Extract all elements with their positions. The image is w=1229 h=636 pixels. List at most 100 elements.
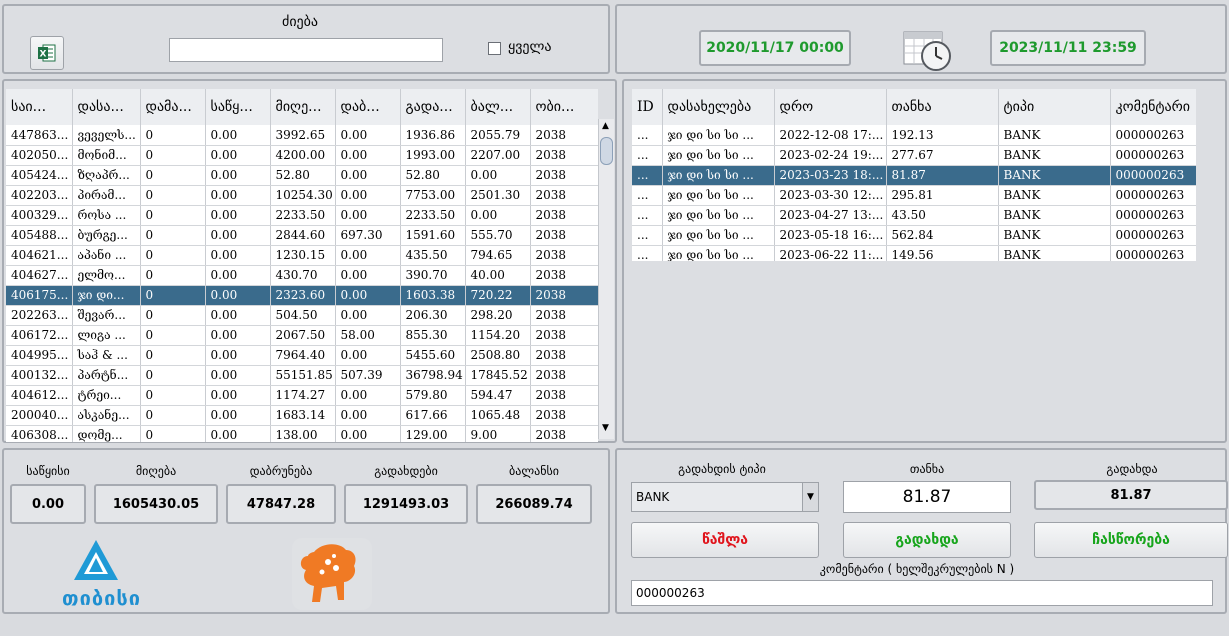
payment-type-select[interactable]: BANK ▼ bbox=[631, 482, 819, 512]
tbc-triangle-icon bbox=[74, 540, 118, 580]
date-panel: 2020/11/17 00:00 2023/11/11 23:59 bbox=[615, 4, 1227, 74]
payments-table-cell: 000000263 bbox=[1110, 205, 1196, 226]
customers-table-row[interactable]: 404621... აპანი ... 0 0.00 1230.15 0.00 435.50… bbox=[6, 245, 598, 266]
customers-table-cell: 1591.60 bbox=[400, 225, 466, 246]
customers-table-row[interactable]: 406175... ჯი დი... 0 0.00 2323.60 0.00 1603.38… bbox=[6, 285, 598, 306]
payments-table-cell: 149.56 bbox=[886, 245, 999, 261]
customers-table-cell: ზღაპრ... bbox=[72, 165, 141, 186]
pay-button[interactable]: გადახდა bbox=[843, 522, 1011, 558]
customers-table-cell: 9.00 bbox=[465, 425, 531, 442]
scroll-up-arrow-icon[interactable]: ▲ bbox=[602, 121, 609, 131]
calendar-clock-button[interactable] bbox=[902, 28, 954, 72]
customers-table-row[interactable]: 406308... დომე... 0 0.00 138.00 0.00 129.00 9.0… bbox=[6, 425, 598, 442]
payments-column-header[interactable]: კომენტარი bbox=[1110, 89, 1196, 125]
customers-table-cell: 2038 bbox=[530, 425, 598, 442]
customers-column-header[interactable]: ბალ... bbox=[465, 89, 531, 125]
customers-column-header[interactable]: მიღე... bbox=[270, 89, 336, 125]
customers-table-row[interactable]: 404995... საჰ & ... 0 0.00 7964.40 0.00 5455.6… bbox=[6, 345, 598, 366]
customers-table-cell: 404627... bbox=[6, 265, 73, 286]
payments-table: ID დასახელება დრო თანხა ტიპი კომენტარი ... ჯი … bbox=[632, 89, 1196, 261]
customers-table-cell: 0.00 bbox=[335, 165, 401, 186]
customers-table-cell: 0.00 bbox=[205, 425, 271, 442]
customers-column-header[interactable]: დასა... bbox=[72, 89, 141, 125]
customers-table-row[interactable]: 400329... როსა ... 0 0.00 2233.50 0.00 2233.50… bbox=[6, 205, 598, 226]
customers-table-cell: ტრეი... bbox=[72, 385, 141, 406]
payments-table-cell: ... bbox=[632, 125, 663, 146]
start-value: 0.00 bbox=[10, 484, 86, 524]
payments-column-header[interactable]: დრო bbox=[774, 89, 887, 125]
payments-table-cell: 000000263 bbox=[1110, 125, 1196, 146]
search-input[interactable] bbox=[169, 38, 443, 62]
customers-table-row[interactable]: 202263... შევარ... 0 0.00 504.50 0.00 206.30 29… bbox=[6, 305, 598, 326]
customers-table-cell: 794.65 bbox=[465, 245, 531, 266]
payments-table-cell: ჯი დი სი სი ... bbox=[662, 185, 775, 206]
payments-table-cell: BANK bbox=[998, 165, 1111, 186]
excel-export-button[interactable]: X bbox=[30, 36, 64, 70]
payments-column-header[interactable]: ID bbox=[632, 89, 663, 125]
payments-column-header[interactable]: ტიპი bbox=[998, 89, 1111, 125]
payments-table-cell: BANK bbox=[998, 245, 1111, 261]
customers-table-cell: 2038 bbox=[530, 245, 598, 266]
customers-table-row[interactable]: 404627... ელმო... 0 0.00 430.70 0.00 390.70 40.… bbox=[6, 265, 598, 286]
customers-table-cell: 405424... bbox=[6, 165, 73, 186]
customers-table-row[interactable]: 405424... ზღაპრ... 0 0.00 52.80 0.00 52.80 0.00… bbox=[6, 165, 598, 186]
comment-input[interactable]: 000000263 bbox=[631, 580, 1213, 606]
payments-table-cell: 000000263 bbox=[1110, 185, 1196, 206]
customers-table-cell: 0.00 bbox=[205, 245, 271, 266]
customers-table-cell: 1174.27 bbox=[270, 385, 336, 406]
payments-table-row[interactable]: ... ჯი დი სი სი ... 2023-03-23 18:... 81.87… bbox=[632, 165, 1196, 186]
customers-scrollbar[interactable]: ▲ ▼ bbox=[598, 119, 614, 439]
customers-column-header[interactable]: ობი... bbox=[530, 89, 598, 125]
customers-table-row[interactable]: 200040... ასკანე... 0 0.00 1683.14 0.00 617.66… bbox=[6, 405, 598, 426]
date-to-field[interactable]: 2023/11/11 23:59 bbox=[990, 30, 1146, 66]
customers-column-header[interactable]: საწყ... bbox=[205, 89, 271, 125]
customers-table-cell: 7964.40 bbox=[270, 345, 336, 366]
payments-table-row[interactable]: ... ჯი დი სი სი ... 2023-02-24 19:... 277.6… bbox=[632, 145, 1196, 166]
all-checkbox[interactable] bbox=[488, 42, 501, 55]
customers-table-cell: 0.00 bbox=[335, 425, 401, 442]
customers-table-cell: 0 bbox=[140, 165, 206, 186]
save-button[interactable]: ჩასწორება bbox=[1034, 522, 1228, 558]
payments-table-row[interactable]: ... ჯი დი სი სი ... 2023-06-22 11:... 149.5… bbox=[632, 245, 1196, 261]
customers-table-cell: 2038 bbox=[530, 405, 598, 426]
date-from-field[interactable]: 2020/11/17 00:00 bbox=[699, 30, 851, 66]
customers-table-row[interactable]: 405488... ბურგე... 0 0.00 2844.60 697.30 1591.… bbox=[6, 225, 598, 246]
scroll-down-arrow-icon[interactable]: ▼ bbox=[602, 423, 609, 433]
payments-table-row[interactable]: ... ჯი დი სი სი ... 2023-03-30 12:... 295.8… bbox=[632, 185, 1196, 206]
payments-column-header[interactable]: დასახელება bbox=[662, 89, 775, 125]
customers-table-cell: 406172... bbox=[6, 325, 73, 346]
customers-table-row[interactable]: 404612... ტრეი... 0 0.00 1174.27 0.00 579.80 59… bbox=[6, 385, 598, 406]
payments-table-cell: ... bbox=[632, 225, 663, 246]
payments-table-cell: ჯი დი სი სი ... bbox=[662, 225, 775, 246]
payments-table-cell: 277.67 bbox=[886, 145, 999, 166]
customers-table-row[interactable]: 402050... მონიმ... 0 0.00 4200.00 0.00 1993.00… bbox=[6, 145, 598, 166]
customers-table-row[interactable]: 406172... ლიგა ... 0 0.00 2067.50 58.00 855.30… bbox=[6, 325, 598, 346]
customers-table-cell: როსა ... bbox=[72, 205, 141, 226]
payments-table-cell: 2023-04-27 13:... bbox=[774, 205, 887, 226]
customers-table-cell: 1936.86 bbox=[400, 125, 466, 146]
customers-column-header[interactable]: საი... bbox=[6, 89, 73, 125]
payments-table-cell: 81.87 bbox=[886, 165, 999, 186]
customers-table-row[interactable]: 400132... პარტნ... 0 0.00 55151.85 507.39 3679… bbox=[6, 365, 598, 386]
customers-table-row[interactable]: 447863... ვეველს... 0 0.00 3992.65 0.00 1936.8… bbox=[6, 125, 598, 146]
customers-column-header[interactable]: გადა... bbox=[400, 89, 466, 125]
customers-table-cell: 0.00 bbox=[335, 405, 401, 426]
amount-input[interactable]: 81.87 bbox=[843, 481, 1011, 513]
customers-table-cell: 400132... bbox=[6, 365, 73, 386]
customers-table-cell: 0.00 bbox=[205, 305, 271, 326]
customers-table-cell: 0 bbox=[140, 325, 206, 346]
delete-button[interactable]: წაშლა bbox=[631, 522, 819, 558]
payments-table-row[interactable]: ... ჯი დი სი სი ... 2023-05-18 16:... 562.8… bbox=[632, 225, 1196, 246]
lion-logo bbox=[292, 538, 372, 610]
scroll-thumb[interactable] bbox=[600, 137, 613, 165]
payments-column-header[interactable]: თანხა bbox=[886, 89, 999, 125]
customers-column-header[interactable]: დაბ... bbox=[335, 89, 401, 125]
customers-table-cell: 0 bbox=[140, 145, 206, 166]
payments-table-row[interactable]: ... ჯი დი სი სი ... 2023-04-27 13:... 43.50… bbox=[632, 205, 1196, 226]
customers-table-row[interactable]: 402203... პირამ... 0 0.00 10254.30 0.00 7753.0… bbox=[6, 185, 598, 206]
payments-table-row[interactable]: ... ჯი დი სი სი ... 2022-12-08 17:... 192.1… bbox=[632, 125, 1196, 146]
chevron-down-icon[interactable]: ▼ bbox=[802, 483, 818, 511]
customers-column-header[interactable]: დამა... bbox=[140, 89, 206, 125]
customers-table-cell: 200040... bbox=[6, 405, 73, 426]
customers-table-cell: 2038 bbox=[530, 145, 598, 166]
